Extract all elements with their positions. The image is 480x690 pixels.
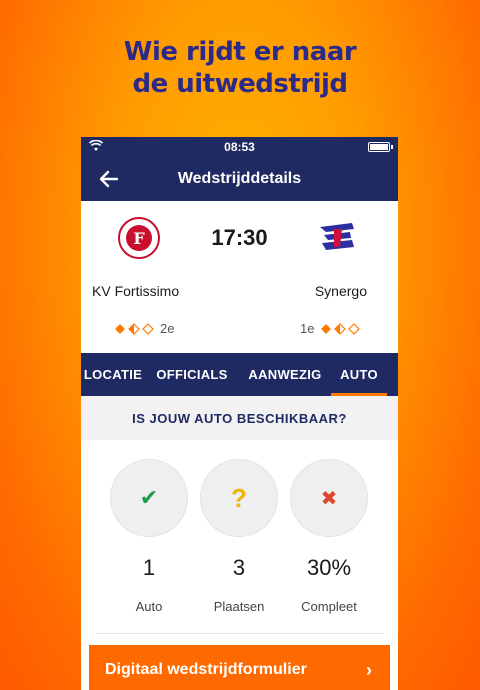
- form-diamond-half-icon: [128, 322, 140, 335]
- home-team-rank: 2e: [160, 321, 175, 336]
- stat-seats-value: 3: [232, 555, 246, 580]
- headline: Wie rijdt er naar de uitwedstrijd: [0, 36, 480, 100]
- headline-line2: de uitwedstrijd: [132, 69, 348, 99]
- form-diamond-full-icon: [321, 323, 332, 334]
- stat-complete-label: Compleet: [301, 599, 357, 614]
- stat-complete-value: 30%: [306, 555, 352, 580]
- form-diamond-empty-icon: [142, 322, 154, 335]
- status-time: 08:53: [224, 140, 255, 154]
- nav-bar: Wedstrijddetails: [81, 157, 398, 201]
- availability-question: IS JOUW AUTO BESCHIKBAAR?: [81, 396, 398, 440]
- digital-match-form-label: Digitaal wedstrijdformulier: [105, 661, 307, 678]
- question-mark-icon: ?: [231, 482, 247, 513]
- away-team-form: 1e: [296, 321, 361, 336]
- away-team-rank: 1e: [300, 321, 315, 336]
- form-diamond-half-icon: [334, 322, 347, 335]
- tab-officials[interactable]: OFFICIALS: [145, 353, 239, 396]
- headline-line1: Wie rijdt er naar: [123, 37, 357, 67]
- availability-options: ✔ ? ✖ 1 3 30% Auto Plaatsen Compleet: [81, 440, 398, 620]
- check-icon: ✔: [139, 485, 159, 511]
- status-bar: 08:53: [81, 137, 398, 157]
- tab-locatie[interactable]: LOCATIE: [81, 353, 145, 396]
- chevron-right-icon: ›: [366, 660, 372, 680]
- home-team-name: KV Fortissimo: [92, 283, 180, 299]
- tab-aanwezig[interactable]: AANWEZIG: [239, 353, 331, 396]
- tab-bar: LOCATIE OFFICIALS AANWEZIG AUTO: [81, 353, 398, 396]
- wifi-icon: [89, 140, 103, 151]
- available-maybe-button[interactable]: ?: [200, 459, 278, 537]
- match-header: F 17:30 KV Fortissimo Synergo 2e 1e: [81, 201, 398, 353]
- available-no-button[interactable]: ✖: [290, 459, 368, 537]
- stat-cars-value: 1: [142, 555, 156, 580]
- cross-icon: ✖: [320, 486, 338, 510]
- digital-match-form-button[interactable]: Digitaal wedstrijdformulier ›: [89, 645, 390, 690]
- stat-seats-label: Plaatsen: [213, 599, 265, 614]
- battery-icon: [368, 142, 393, 152]
- away-team-name: Synergo: [314, 283, 367, 299]
- phone-screen: 08:53 Wedstrijddetails F 17:30 KV Fortis…: [81, 137, 398, 690]
- match-time: 17:30: [211, 225, 268, 250]
- divider: [95, 633, 384, 634]
- tab-auto[interactable]: AUTO: [331, 353, 387, 396]
- home-team-form: 2e: [114, 321, 178, 336]
- back-arrow-icon[interactable]: [97, 167, 121, 191]
- form-diamond-full-icon: [115, 323, 125, 334]
- stat-cars-label: Auto: [135, 599, 163, 614]
- page-title: Wedstrijddetails: [177, 170, 302, 187]
- form-diamond-empty-icon: [348, 322, 361, 335]
- available-yes-button[interactable]: ✔: [110, 459, 188, 537]
